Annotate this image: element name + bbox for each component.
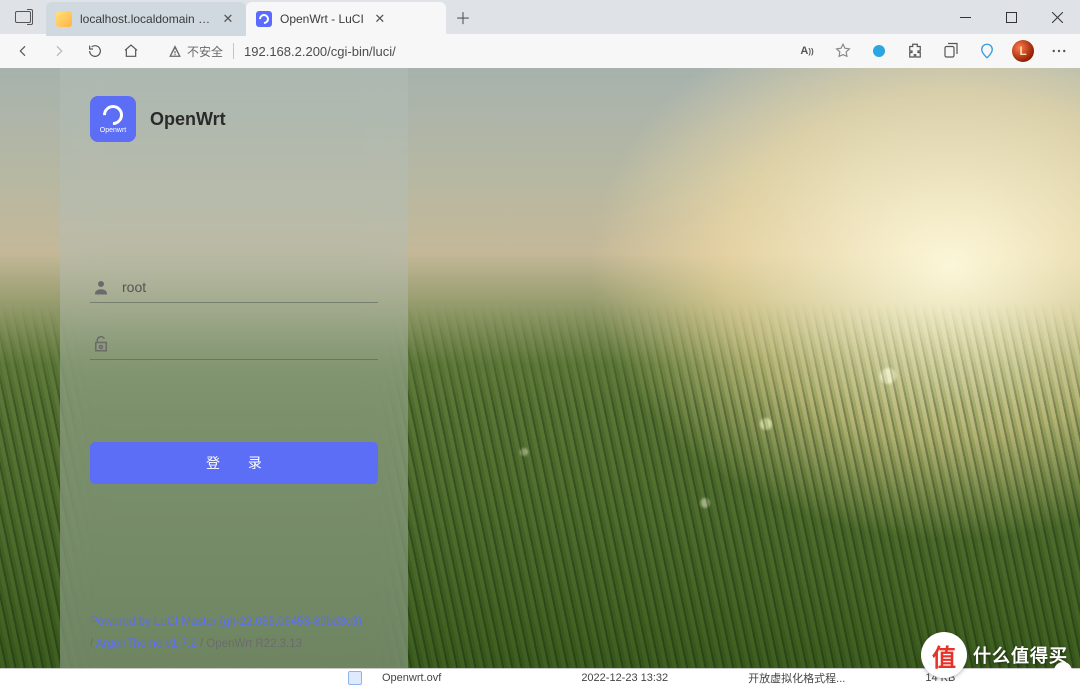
lock-icon (92, 335, 110, 353)
extensions-button[interactable] (900, 36, 930, 66)
tab-title: localhost.localdomain - VMware (80, 12, 212, 26)
favicon-openwrt (256, 11, 272, 27)
window-minimize-button[interactable] (942, 0, 988, 34)
close-tab-icon[interactable]: ✕ (372, 11, 388, 27)
address-bar[interactable]: 不安全 192.168.2.200/cgi-bin/luci/ (156, 37, 784, 65)
close-tab-icon[interactable]: ✕ (220, 11, 236, 27)
window-controls (942, 0, 1080, 34)
brand-title: OpenWrt (150, 109, 226, 130)
separator (233, 43, 234, 59)
browser-essentials-button[interactable] (972, 36, 1002, 66)
site-security-indicator[interactable]: 不安全 (168, 43, 223, 60)
user-icon (92, 278, 110, 296)
password-field-wrapper (90, 329, 378, 360)
window-close-button[interactable] (1034, 0, 1080, 34)
openwrt-logo-icon: Openwrt (90, 96, 136, 142)
file-date: 2022-12-23 13:32 (581, 672, 668, 684)
browser-toolbar: 不安全 192.168.2.200/cgi-bin/luci/ A)) L (0, 34, 1080, 68)
browser-tab-vmware[interactable]: localhost.localdomain - VMware ✕ (46, 2, 246, 36)
tab-title: OpenWrt - LuCI (280, 12, 364, 26)
new-tab-button[interactable]: ＋ (446, 0, 480, 34)
favicon-vmware (56, 11, 72, 27)
file-type: 开放虚拟化格式程... (748, 670, 845, 686)
luci-link[interactable]: Powered by LuCI Master (git-22.085.06453… (90, 616, 362, 628)
browser-tab-strip: localhost.localdomain - VMware ✕ OpenWrt… (0, 0, 1080, 34)
home-button[interactable] (114, 36, 148, 66)
brand-header: Openwrt OpenWrt (90, 96, 378, 142)
page-viewport: Openwrt OpenWrt 登 录 Powered by LuCI Mast… (0, 68, 1080, 686)
read-aloud-button[interactable]: A)) (792, 36, 822, 66)
watermark-icon: 值 (921, 632, 967, 678)
url-text: 192.168.2.200/cgi-bin/luci/ (244, 44, 396, 59)
more-menu-button[interactable] (1044, 36, 1074, 66)
profile-avatar[interactable]: L (1008, 36, 1038, 66)
login-panel: Openwrt OpenWrt 登 录 Powered by LuCI Mast… (60, 68, 408, 686)
browser-tab-openwrt[interactable]: OpenWrt - LuCI ✕ (246, 2, 446, 36)
login-footer: Powered by LuCI Master (git-22.085.06453… (90, 612, 378, 666)
file-name: Openwrt.ovf (382, 672, 441, 684)
watermark-text: 什么值得买 (973, 642, 1068, 668)
password-input[interactable] (122, 336, 376, 352)
file-icon (348, 671, 362, 685)
collections-button[interactable] (936, 36, 966, 66)
refresh-button[interactable] (78, 36, 112, 66)
favorite-button[interactable] (828, 36, 858, 66)
footer-tail: / OpenWrt R22.3.13 (197, 638, 302, 650)
login-button[interactable]: 登 录 (90, 442, 378, 484)
username-input[interactable] (122, 279, 376, 295)
tab-actions-button[interactable] (0, 0, 46, 34)
insecure-label: 不安全 (187, 43, 223, 60)
background-window-row: Openwrt.ovf 2022-12-23 13:32 开放虚拟化格式程...… (0, 668, 1080, 686)
forward-button (42, 36, 76, 66)
extension-icon[interactable] (864, 36, 894, 66)
theme-link[interactable]: ArgonTheme v1.7.2 (96, 638, 197, 650)
smzdm-watermark: 值 什么值得买 (921, 632, 1068, 678)
username-field-wrapper (90, 272, 378, 303)
window-maximize-button[interactable] (988, 0, 1034, 34)
back-button[interactable] (6, 36, 40, 66)
